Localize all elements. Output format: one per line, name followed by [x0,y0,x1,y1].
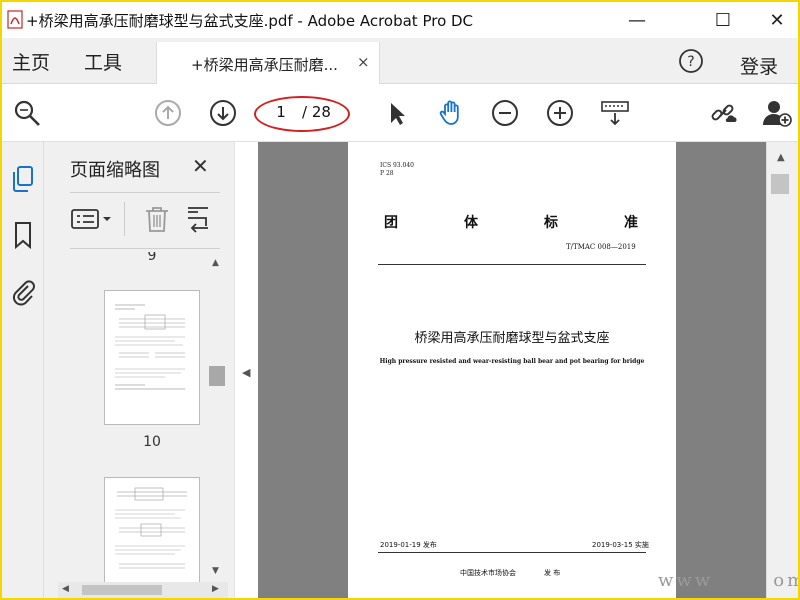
thumbnail-vertical-scrollbar[interactable]: ▲ ▼ [208,254,226,580]
footer-rule [378,552,646,553]
panel-divider [70,192,220,193]
menu-home[interactable]: 主页 [12,48,50,75]
svg-text:?: ? [687,54,694,70]
scroll-right-arrow-icon[interactable]: ▶ [212,584,219,594]
window-title: +桥梁用高承压耐磨球型与盆式支座.pdf - Adobe Acrobat Pro… [26,12,474,30]
thumbnail-panel-title: 页面缩略图 [70,160,160,181]
watermark-text: www om [658,570,798,591]
toolbar [2,84,798,142]
publish-label: 发 布 [544,569,561,577]
minimize-button[interactable]: — [614,2,660,38]
panel-divider [70,248,220,249]
document-vertical-scrollbar[interactable]: ▲ [766,142,798,598]
scroll-up-arrow-icon[interactable]: ▲ [212,258,219,268]
thumbnail-panel: 页面缩略图 ✕ 9 10 ▲ ▼ ◀ ▶ [44,142,234,598]
thumbnail-page-10[interactable] [104,290,200,425]
scroll-up-arrow-icon[interactable]: ▲ [777,152,785,163]
red-annotation-ellipse [254,96,350,132]
acrobat-window: +桥梁用高承压耐磨球型与盆式支座.pdf - Adobe Acrobat Pro… [2,2,798,598]
horizontal-scrollbar-thumb[interactable] [82,585,162,595]
page-up-icon[interactable] [153,98,183,128]
document-title-chinese: 桥梁用高承压耐磨球型与盆式支座 [414,331,610,346]
title-bar: +桥梁用高承压耐磨球型与盆式支座.pdf - Adobe Acrobat Pro… [2,2,798,38]
document-title-english: High pressure resisted and wear-resistin… [379,358,645,365]
select-arrow-icon[interactable] [382,98,412,128]
share-link-icon[interactable] [708,98,738,128]
thumbnail-page-content [115,487,187,569]
tab-bar: 主页 工具 +桥梁用高承压耐磨... × ? 登录 [2,38,798,85]
menu-tools[interactable]: 工具 [84,48,122,75]
hand-tool-icon[interactable] [436,98,466,128]
heading-char: 团 [384,215,398,231]
bookmark-icon[interactable] [8,220,38,250]
thumbnail-page-11[interactable] [104,477,200,582]
document-tab[interactable]: +桥梁用高承压耐磨... × [156,42,380,85]
collapse-arrow-icon[interactable]: ◀ [242,366,250,379]
delete-page-icon[interactable] [142,204,172,234]
thumbnail-panel-close-button[interactable]: ✕ [192,154,209,178]
page-down-icon[interactable] [208,98,238,128]
heading-char: 体 [464,215,478,231]
publisher-name: 中国技术市场协会 [460,569,516,577]
zoom-in-icon[interactable] [545,98,575,128]
ics-code: ICS 93.040 [380,162,414,169]
thumbnail-label: 9 [147,252,157,264]
acrobat-app-icon [7,10,23,29]
watermark-prefix: www [658,570,714,591]
add-user-icon[interactable] [762,98,792,128]
toolbar-separator [124,202,125,236]
thumbnail-page-content [115,304,185,390]
zoom-out-icon[interactable] [490,98,520,128]
close-window-button[interactable]: ✕ [754,2,798,38]
thumbnail-options-icon[interactable] [70,204,114,234]
thumbnail-label: 10 [143,434,161,450]
page-thumbnails-icon[interactable] [8,164,38,194]
attachment-icon[interactable] [8,276,38,306]
document-view[interactable]: ICS 93.040 P 28 团 体 标 准 T/TMAC 008—2019 … [258,142,766,598]
thumbnail-scrollbar-thumb[interactable] [209,366,225,386]
heading-char: 准 [624,215,638,231]
implementation-date: 2019-03-15 实施 [592,541,649,549]
thumbnail-list: 9 10 [58,252,228,582]
maximize-button[interactable]: ☐ [700,2,746,38]
issue-date: 2019-01-19 发布 [380,541,437,549]
navigation-rail [2,142,44,598]
help-icon[interactable]: ? [678,48,704,74]
document-tab-label: +桥梁用高承压耐磨... [191,56,338,74]
panel-collapse-strip[interactable]: ◀ [234,142,258,598]
scroll-down-arrow-icon[interactable]: ▼ [212,566,219,576]
watermark-suffix: om [773,570,798,591]
ccs-code: P 28 [380,170,394,177]
heading-char: 标 [544,215,558,231]
keyboard-marquee-icon[interactable] [600,98,630,128]
header-rule [378,264,646,265]
pdf-page: ICS 93.040 P 28 团 体 标 准 T/TMAC 008—2019 … [348,142,676,598]
document-tab-close-button[interactable]: × [357,53,370,71]
extract-pages-icon[interactable] [184,204,214,234]
document-scrollbar-thumb[interactable] [771,174,789,194]
standard-code: T/TMAC 008—2019 [566,243,636,251]
thumbnail-horizontal-scrollbar[interactable]: ◀ ▶ [58,582,228,598]
zoom-search-icon[interactable] [12,98,42,128]
scroll-left-arrow-icon[interactable]: ◀ [62,584,69,594]
login-button[interactable]: 登录 [740,52,778,79]
